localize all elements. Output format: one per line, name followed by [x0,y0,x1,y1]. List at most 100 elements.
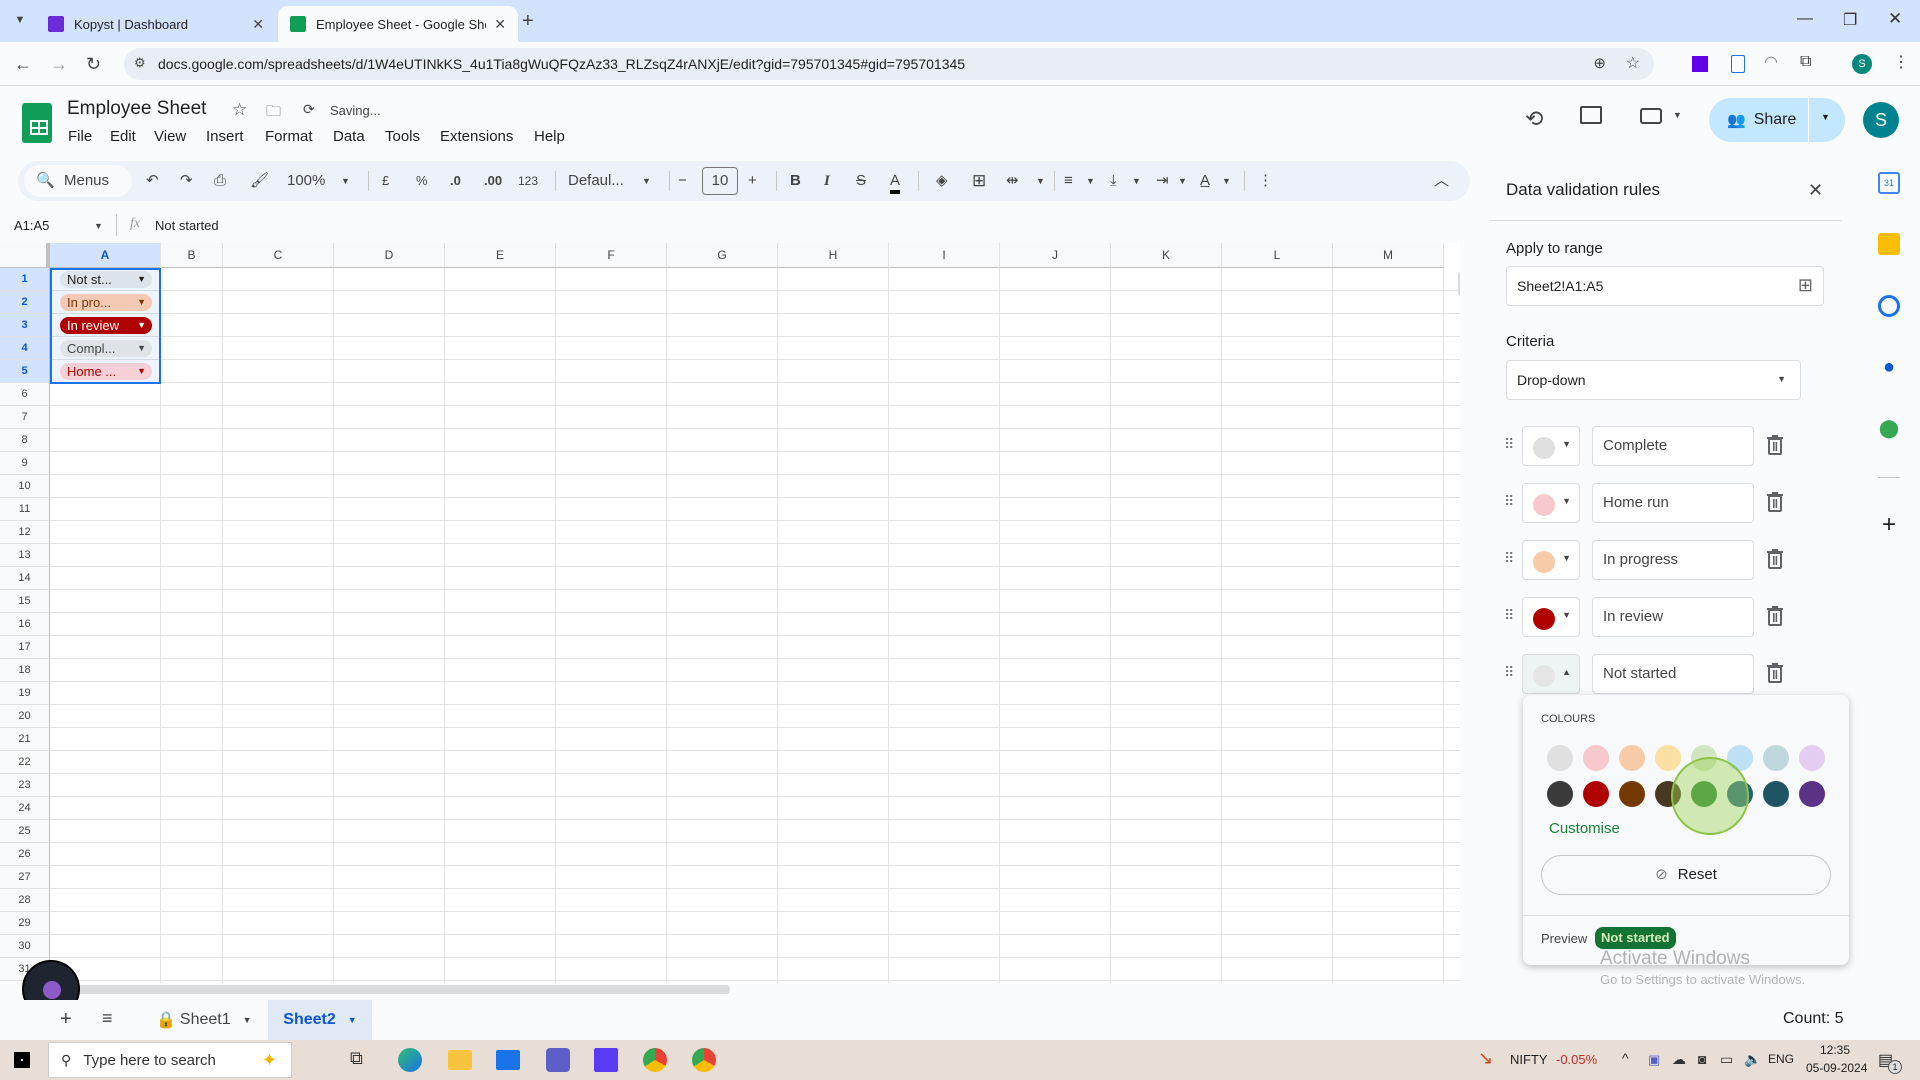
windows-start-icon[interactable] [14,1052,30,1068]
paint-format-icon[interactable]: 🖌 [250,170,269,192]
color-swatch[interactable] [1799,781,1825,807]
color-swatch[interactable] [1547,781,1573,807]
range-input[interactable]: Sheet2!A1:A5 ⊞ [1506,266,1824,306]
color-swatch[interactable] [1619,781,1645,807]
criteria-select[interactable]: Drop-down ▼ [1506,360,1801,400]
network-icon[interactable]: ▭ [1720,1051,1733,1068]
add-addon-icon[interactable]: + [1878,513,1900,537]
version-history-icon[interactable]: ⟲ [1525,106,1543,132]
horizontal-align-icon[interactable]: ≡ [1064,170,1073,192]
column-header-b[interactable]: B [161,243,223,268]
collapse-toolbar-icon[interactable]: ︿ [1434,170,1449,192]
select-all-corner[interactable] [0,243,50,268]
rule-value-input[interactable]: Home run [1592,483,1754,523]
row-header-6[interactable]: 6 [0,383,50,406]
row-header-7[interactable]: 7 [0,406,50,429]
rule-color-button[interactable]: ▼ [1522,540,1580,580]
dropdown-chip-a5[interactable]: Home ... ▼ [60,363,152,380]
tab-employee-sheet[interactable]: Employee Sheet - Google Sheet ✕ [278,6,518,42]
undo-icon[interactable]: ↶ [146,170,159,192]
window-close-icon[interactable]: ✕ [1888,9,1902,29]
color-swatch[interactable] [1547,745,1573,771]
chip-dropdown-icon[interactable]: ▼ [137,340,146,357]
row-header-12[interactable]: 12 [0,521,50,544]
rule-color-button[interactable]: ▼ [1522,597,1580,637]
fill-color-icon[interactable]: ◈ [936,170,948,192]
text-rotation-icon[interactable]: A̲ [1200,170,1210,192]
redo-icon[interactable]: ↷ [180,170,193,192]
star-icon[interactable]: ☆ [232,100,247,120]
document-title[interactable]: Employee Sheet [67,98,206,120]
font-size-increase-button[interactable]: + [748,170,757,192]
row-header-3[interactable]: 3 [0,314,50,337]
more-formats-button[interactable]: 123 [518,170,538,192]
column-header-i[interactable]: I [889,243,1000,268]
mail-icon[interactable] [496,1050,520,1070]
delete-icon[interactable] [1766,434,1784,456]
forward-icon[interactable]: → [50,54,68,75]
chip-dropdown-icon[interactable]: ▼ [137,271,146,288]
chrome-profile-s-icon[interactable] [692,1048,716,1072]
column-header-l[interactable]: L [1222,243,1333,268]
sheet-tab-dropdown-icon[interactable]: ▼ [243,1015,252,1025]
account-avatar[interactable]: S [1863,102,1899,138]
clock-date[interactable]: 05-09-2024 [1806,1061,1867,1075]
column-header-k[interactable]: K [1111,243,1222,268]
profile-avatar[interactable]: S [1852,54,1872,74]
color-swatch[interactable] [1799,745,1825,771]
zoom-dropdown-icon[interactable]: ▼ [341,170,350,192]
edge-icon[interactable] [398,1048,422,1072]
keep-icon[interactable] [1878,233,1900,255]
rule-color-button[interactable]: ▼ [1522,483,1580,523]
share-dropdown-icon[interactable]: ▼ [1821,112,1830,122]
all-sheets-icon[interactable]: ≡ [102,1008,113,1029]
row-header-29[interactable]: 29 [0,912,50,935]
row-header-13[interactable]: 13 [0,544,50,567]
dropdown-chip-a3[interactable]: In review ▼ [60,317,152,334]
browser-menu-icon[interactable]: ⋮ [1893,52,1909,72]
delete-icon[interactable] [1766,605,1784,627]
tray-expand-icon[interactable]: ^ [1622,1050,1629,1066]
column-header-f[interactable]: F [556,243,667,268]
tab-kopyst[interactable]: Kopyst | Dashboard ✕ [36,6,276,42]
comments-icon[interactable] [1580,106,1602,124]
sheet-tab-sheet1[interactable]: 🔒 Sheet1 ▼ [156,1006,252,1034]
font-size-input[interactable]: 10 [702,167,738,195]
color-swatch[interactable] [1583,781,1609,807]
dropdown-chip-a1[interactable]: Not st... ▼ [60,271,152,288]
column-header-c[interactable]: C [223,243,334,268]
strikethrough-button[interactable]: S [856,170,866,192]
tab-search-icon[interactable]: ▼ [10,10,30,30]
kopyst-taskbar-icon[interactable] [594,1048,618,1072]
extension-arc-icon[interactable]: ◠ [1764,52,1778,72]
row-header-21[interactable]: 21 [0,728,50,751]
row-header-27[interactable]: 27 [0,866,50,889]
extensions-puzzle-icon[interactable]: ⧉ [1800,53,1811,71]
row-header-24[interactable]: 24 [0,797,50,820]
restore-icon[interactable]: ❐ [1843,10,1857,30]
calendar-icon[interactable]: 31 [1878,172,1900,194]
rule-color-button[interactable]: ▲ [1522,654,1580,694]
chrome-profile-a-icon[interactable] [643,1048,667,1072]
column-header-g[interactable]: G [667,243,778,268]
dropdown-chip-a4[interactable]: Compl... ▼ [60,340,152,357]
row-header-25[interactable]: 25 [0,820,50,843]
horizontal-scrollbar[interactable] [50,985,730,994]
meet-icon[interactable] [1640,108,1662,124]
contacts-icon[interactable]: ● [1878,356,1900,378]
delete-icon[interactable] [1766,548,1784,570]
row-header-11[interactable]: 11 [0,498,50,521]
drag-handle-icon[interactable]: ⠿ [1504,550,1514,567]
currency-format-button[interactable]: £ [382,170,389,192]
drag-handle-icon[interactable]: ⠿ [1504,493,1514,510]
percent-format-button[interactable]: % [416,170,428,192]
row-header-9[interactable]: 9 [0,452,50,475]
color-swatch[interactable] [1619,745,1645,771]
maps-icon[interactable]: ⬤ [1878,418,1900,440]
clock-time[interactable]: 12:35 [1820,1043,1850,1057]
row-header-4[interactable]: 4 [0,337,50,360]
add-sheet-icon[interactable]: + [60,1008,72,1031]
row-header-20[interactable]: 20 [0,705,50,728]
chip-dropdown-icon[interactable]: ▼ [137,317,146,334]
row-header-16[interactable]: 16 [0,613,50,636]
